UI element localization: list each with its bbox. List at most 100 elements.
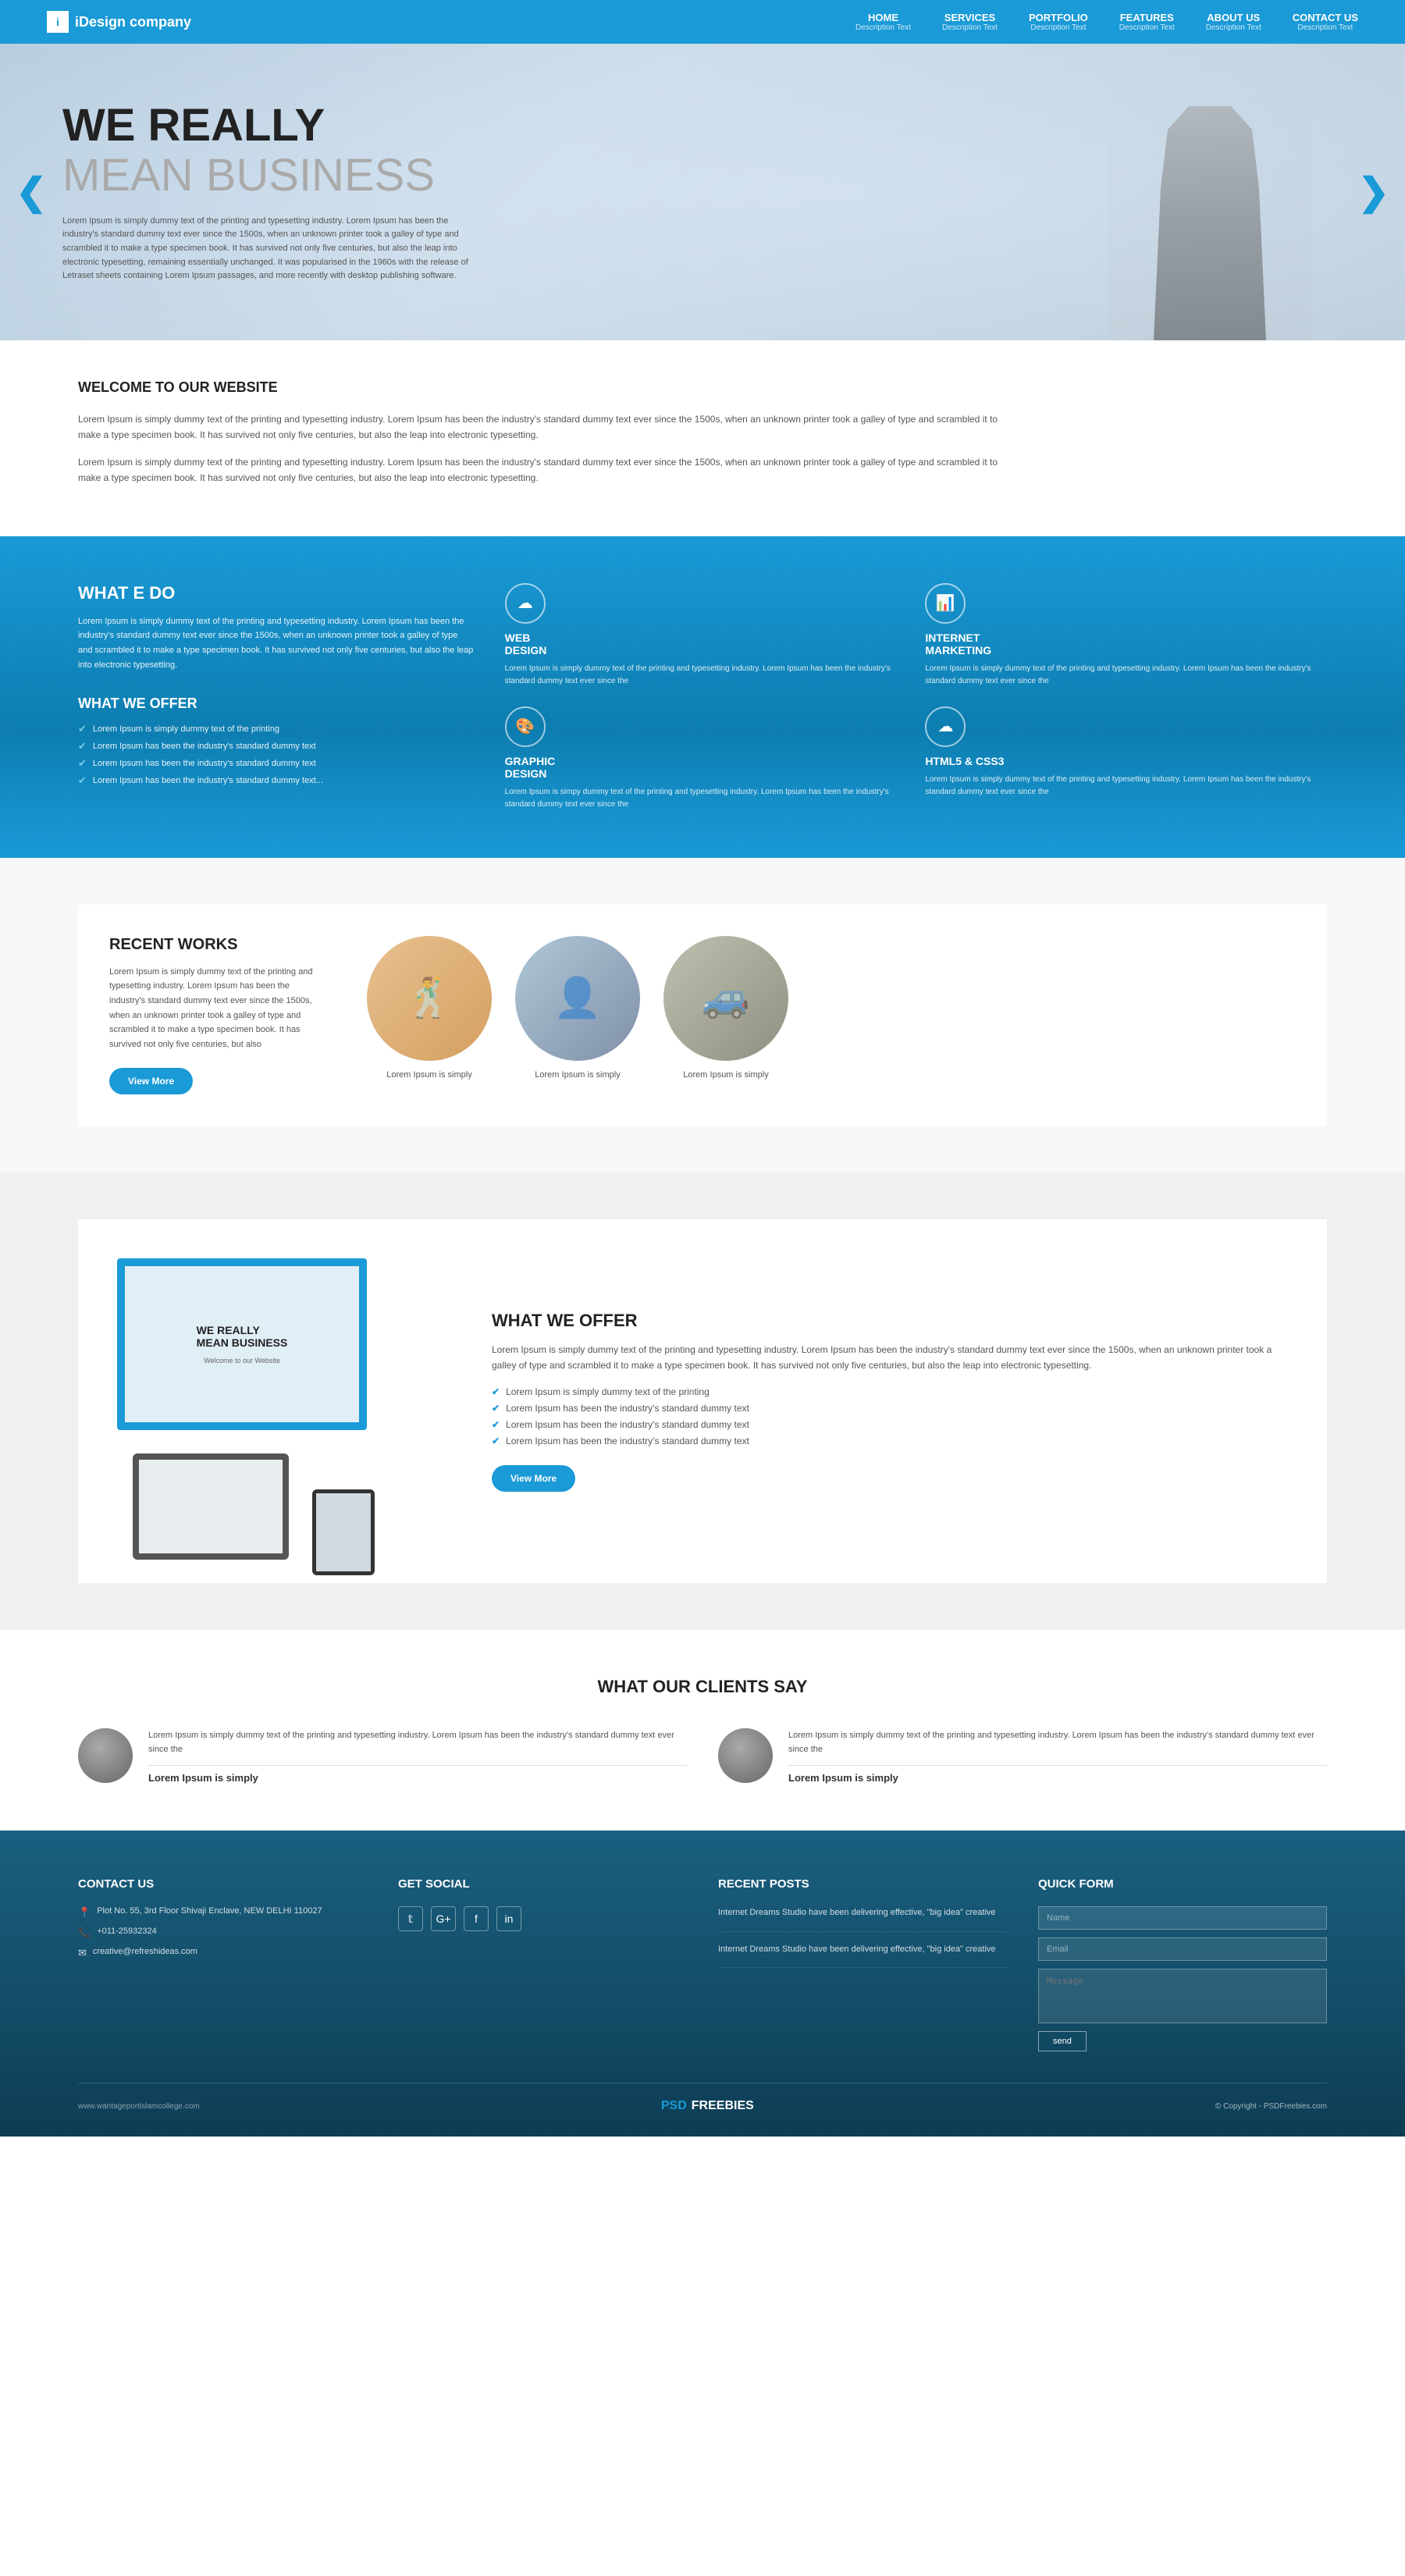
hero-body-text: Lorem Ipsum is simply dummy text of the … xyxy=(62,215,468,283)
offer-item-4: ✔Lorem Ipsum has been the industry's sta… xyxy=(78,774,474,787)
client-avatar-2 xyxy=(718,1728,773,1783)
recent-left: RECENT WORKS Lorem Ipsum is simply dummy… xyxy=(109,936,328,1094)
footer-post-1: Internet Dreams Studio have been deliver… xyxy=(718,1906,1007,1932)
check-icon-2: ✔ xyxy=(78,740,87,753)
footer-email: ✉ creative@refreshideas.com xyxy=(78,1947,367,1959)
graphic-icon: 🎨 xyxy=(505,706,546,747)
desktop-mockup: WE REALLYMEAN BUSINESS Welcome to our We… xyxy=(117,1258,367,1430)
recent-works-section: RECENT WORKS Lorem Ipsum is simply dummy… xyxy=(0,858,1405,1172)
offer-view-more-button[interactable]: View More xyxy=(492,1465,575,1492)
phone-screen xyxy=(316,1493,371,1571)
client-content-1: Lorem Ipsum is simply dummy text of the … xyxy=(148,1728,687,1784)
device-screen: WE REALLYMEAN BUSINESS Welcome to our We… xyxy=(125,1266,359,1422)
service-card-web: ☁ WEBDESIGN Lorem Ipsum is simply dummy … xyxy=(505,583,907,688)
work-label-1: Lorem Ipsum is simply xyxy=(367,1070,492,1080)
services-main-title: WHAT E DO xyxy=(78,583,474,603)
recent-title: RECENT WORKS xyxy=(109,936,328,954)
work-circle-1: 🕺 xyxy=(367,936,492,1061)
navbar: i iDesign company HOME Description Text … xyxy=(0,0,1405,44)
offer-item-2: ✔Lorem Ipsum has been the industry's sta… xyxy=(492,1403,1288,1414)
offer-item-1: ✔Lorem Ipsum is simply dummy text of the… xyxy=(78,723,474,735)
footer-posts-col: RECENT POSTS Internet Dreams Studio have… xyxy=(718,1877,1007,2051)
offer-inner: WE REALLYMEAN BUSINESS Welcome to our We… xyxy=(78,1219,1327,1583)
nav-links: HOME Description Text SERVICES Descripti… xyxy=(855,12,1358,32)
offer-item-1: ✔Lorem Ipsum is simply dummy text of the… xyxy=(492,1386,1288,1397)
marketing-icon: 📊 xyxy=(925,583,966,624)
footer-copyright: © Copyright - PSDFreebies.com xyxy=(1215,2102,1327,2111)
services-offer-list: ✔Lorem Ipsum is simply dummy text of the… xyxy=(78,723,474,787)
offer-content: WHAT WE OFFER Lorem Ipsum is simply dumm… xyxy=(492,1311,1288,1492)
service-card-graphic: 🎨 GRAPHICDESIGN Lorem Ipsum is simpy dum… xyxy=(505,706,907,811)
offer-devices: WE REALLYMEAN BUSINESS Welcome to our We… xyxy=(117,1258,445,1544)
offer-text: Lorem Ipsum is simply dummy text of the … xyxy=(492,1342,1288,1374)
nav-contact[interactable]: CONTACT US Description Text xyxy=(1293,12,1358,32)
work-circle-2: 👤 xyxy=(515,936,640,1061)
psd-freebies-brand: PSD FREEBIES xyxy=(661,2099,754,2113)
footer-email-input[interactable] xyxy=(1038,1937,1327,1961)
hero-prev-arrow[interactable]: ❮ xyxy=(16,170,47,214)
recent-text: Lorem Ipsum is simply dummy text of the … xyxy=(109,965,328,1052)
client-avatar-1 xyxy=(78,1728,133,1783)
welcome-para2: Lorem Ipsum is simply dummy text of the … xyxy=(78,454,1015,486)
facebook-icon[interactable]: f xyxy=(464,1906,489,1931)
check-blue-2: ✔ xyxy=(492,1403,500,1414)
nav-home[interactable]: HOME Description Text xyxy=(855,12,911,32)
offer-item-3: ✔Lorem Ipsum has been the industry's sta… xyxy=(492,1419,1288,1430)
web-design-title: WEBDESIGN xyxy=(505,632,907,656)
marketing-text: Lorem Ipsum is simply dummy text of the … xyxy=(925,663,1327,688)
footer-contact-col: CONTACT US 📍 Plot No. 55, 3rd Floor Shiv… xyxy=(78,1877,367,2051)
services-grid: WHAT E DO Lorem Ipsum is simply dummy te… xyxy=(78,583,1327,811)
footer: CONTACT US 📍 Plot No. 55, 3rd Floor Shiv… xyxy=(0,1831,1405,2137)
work-circle-3: 🚙 xyxy=(663,936,788,1061)
welcome-section: WELCOME TO OUR WEBSITE Lorem Ipsum is si… xyxy=(0,340,1405,536)
brand-name: iDesign company xyxy=(75,14,191,30)
recent-images: 🕺 Lorem Ipsum is simply 👤 Lorem Ipsum is… xyxy=(367,936,1296,1080)
work-label-3: Lorem Ipsum is simply xyxy=(663,1070,788,1080)
twitter-icon[interactable]: 𝕥 xyxy=(398,1906,423,1931)
nav-portfolio[interactable]: PORTFOLIO Description Text xyxy=(1029,12,1088,32)
services-left-col: WHAT E DO Lorem Ipsum is simply dummy te… xyxy=(78,583,474,811)
tablet-screen xyxy=(139,1460,283,1553)
client-text-1: Lorem Ipsum is simply dummy text of the … xyxy=(148,1728,687,1757)
clients-grid: Lorem Ipsum is simply dummy text of the … xyxy=(78,1728,1327,1784)
work-item-1: 🕺 Lorem Ipsum is simply xyxy=(367,936,492,1080)
phone-mockup xyxy=(312,1489,375,1575)
logo-box: i xyxy=(47,11,69,33)
google-plus-icon[interactable]: G+ xyxy=(431,1906,456,1931)
brand-logo[interactable]: i iDesign company xyxy=(47,11,191,33)
clients-section: WHAT OUR CLIENTS SAY Lorem Ipsum is simp… xyxy=(0,1630,1405,1831)
footer-message-input[interactable] xyxy=(1038,1969,1327,2023)
check-icon-4: ✔ xyxy=(78,774,87,787)
check-blue-1: ✔ xyxy=(492,1386,500,1397)
client-name-1: Lorem Ipsum is simply xyxy=(148,1765,687,1784)
hero-title: WE REALLY MEAN BUSINESS xyxy=(62,101,468,201)
email-icon: ✉ xyxy=(78,1947,87,1959)
check-blue-3: ✔ xyxy=(492,1419,500,1430)
nav-features[interactable]: FEATURES Description Text xyxy=(1119,12,1175,32)
welcome-para1: Lorem Ipsum is simply dummy text of the … xyxy=(78,411,1015,443)
footer-phone: 📞 +011-25932324 xyxy=(78,1927,367,1939)
client-item-1: Lorem Ipsum is simply dummy text of the … xyxy=(78,1728,687,1784)
nav-about[interactable]: ABOUT US Description Text xyxy=(1206,12,1261,32)
hero-section: WE REALLY MEAN BUSINESS Lorem Ipsum is s… xyxy=(0,44,1405,340)
footer-grid: CONTACT US 📍 Plot No. 55, 3rd Floor Shiv… xyxy=(78,1877,1327,2051)
html-title: HTML5 & CSS3 xyxy=(925,755,1327,767)
hero-next-arrow[interactable]: ❯ xyxy=(1358,170,1389,214)
offer-section: WE REALLYMEAN BUSINESS Welcome to our We… xyxy=(0,1172,1405,1630)
footer-social-title: GET SOCIAL xyxy=(398,1877,687,1891)
recent-works-inner: RECENT WORKS Lorem Ipsum is simply dummy… xyxy=(78,905,1327,1126)
offer-item-4: ✔Lorem Ipsum has been the industry's sta… xyxy=(492,1436,1288,1446)
services-main-text: Lorem Ipsum is simply dummy text of the … xyxy=(78,614,474,673)
nav-services[interactable]: SERVICES Description Text xyxy=(942,12,998,32)
footer-social-col: GET SOCIAL 𝕥 G+ f in xyxy=(398,1877,687,2051)
footer-send-button[interactable]: send xyxy=(1038,2031,1087,2051)
tablet-mockup xyxy=(133,1453,289,1560)
view-more-button[interactable]: View More xyxy=(109,1068,193,1094)
check-icon-3: ✔ xyxy=(78,757,87,770)
footer-name-input[interactable] xyxy=(1038,1906,1327,1930)
linkedin-icon[interactable]: in xyxy=(496,1906,521,1931)
footer-posts-title: RECENT POSTS xyxy=(718,1877,1007,1891)
social-icons: 𝕥 G+ f in xyxy=(398,1906,687,1931)
footer-form-col: QUICK FORM send xyxy=(1038,1877,1327,2051)
footer-bottom: www.wantageportislamcollege.com PSD FREE… xyxy=(78,2083,1327,2113)
